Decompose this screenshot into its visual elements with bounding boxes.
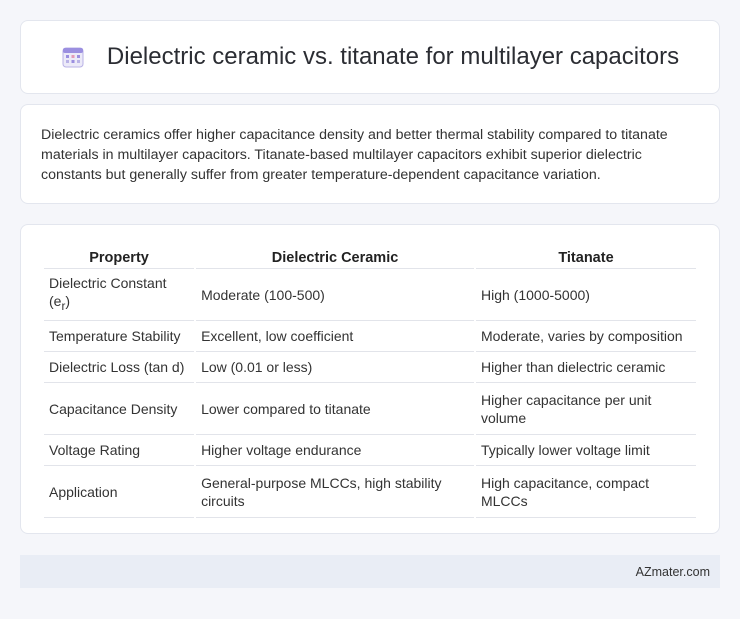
table-header-row: Property Dielectric Ceramic Titanate bbox=[44, 245, 696, 269]
table-row: Dielectric Constant (er) Moderate (100-5… bbox=[44, 269, 696, 321]
titanate-cell: Typically lower voltage limit bbox=[475, 435, 696, 466]
ceramic-cell: General-purpose MLCCs, high stability ci… bbox=[196, 466, 474, 518]
page-title: Dielectric ceramic vs. titanate for mult… bbox=[106, 43, 680, 70]
property-cell: Temperature Stability bbox=[44, 321, 195, 352]
table-row: Capacitance Density Lower compared to ti… bbox=[44, 383, 696, 435]
ceramic-cell: Low (0.01 or less) bbox=[196, 352, 474, 383]
titanate-cell: Moderate, varies by composition bbox=[475, 321, 696, 352]
title-wrap: Dielectric ceramic vs. titanate for mult… bbox=[61, 43, 679, 71]
table-row: Temperature Stability Excellent, low coe… bbox=[44, 321, 696, 352]
table-row: Dielectric Loss (tan d) Low (0.01 or les… bbox=[44, 352, 696, 383]
column-header-property: Property bbox=[44, 245, 195, 269]
footer: AZmater.com bbox=[20, 555, 720, 588]
title-card: Dielectric ceramic vs. titanate for mult… bbox=[20, 20, 720, 94]
intro-paragraph: Dielectric ceramics offer higher capacit… bbox=[41, 127, 668, 183]
table-row: Application General-purpose MLCCs, high … bbox=[44, 466, 696, 518]
footer-site-link[interactable]: AZmater.com bbox=[636, 565, 710, 579]
ceramic-cell: Excellent, low coefficient bbox=[196, 321, 474, 352]
intro-card: Dielectric ceramics offer higher capacit… bbox=[20, 104, 720, 204]
ceramic-cell: Lower compared to titanate bbox=[196, 383, 474, 435]
property-cell: Capacitance Density bbox=[44, 383, 195, 435]
comparison-card: Property Dielectric Ceramic Titanate Die… bbox=[20, 224, 720, 534]
calendar-icon bbox=[61, 45, 85, 69]
property-cell: Dielectric Loss (tan d) bbox=[44, 352, 195, 383]
column-header-titanate: Titanate bbox=[475, 245, 696, 269]
ceramic-cell: Moderate (100-500) bbox=[196, 269, 474, 321]
titanate-cell: High (1000-5000) bbox=[475, 269, 696, 321]
property-cell: Voltage Rating bbox=[44, 435, 195, 466]
titanate-cell: Higher capacitance per unit volume bbox=[475, 383, 696, 435]
property-cell: Dielectric Constant (er) bbox=[44, 269, 195, 321]
property-cell: Application bbox=[44, 466, 195, 518]
comparison-table: Property Dielectric Ceramic Titanate Die… bbox=[42, 245, 698, 518]
column-header-ceramic: Dielectric Ceramic bbox=[196, 245, 474, 269]
ceramic-cell: Higher voltage endurance bbox=[196, 435, 474, 466]
table-row: Voltage Rating Higher voltage endurance … bbox=[44, 435, 696, 466]
titanate-cell: High capacitance, compact MLCCs bbox=[475, 466, 696, 518]
titanate-cell: Higher than dielectric ceramic bbox=[475, 352, 696, 383]
